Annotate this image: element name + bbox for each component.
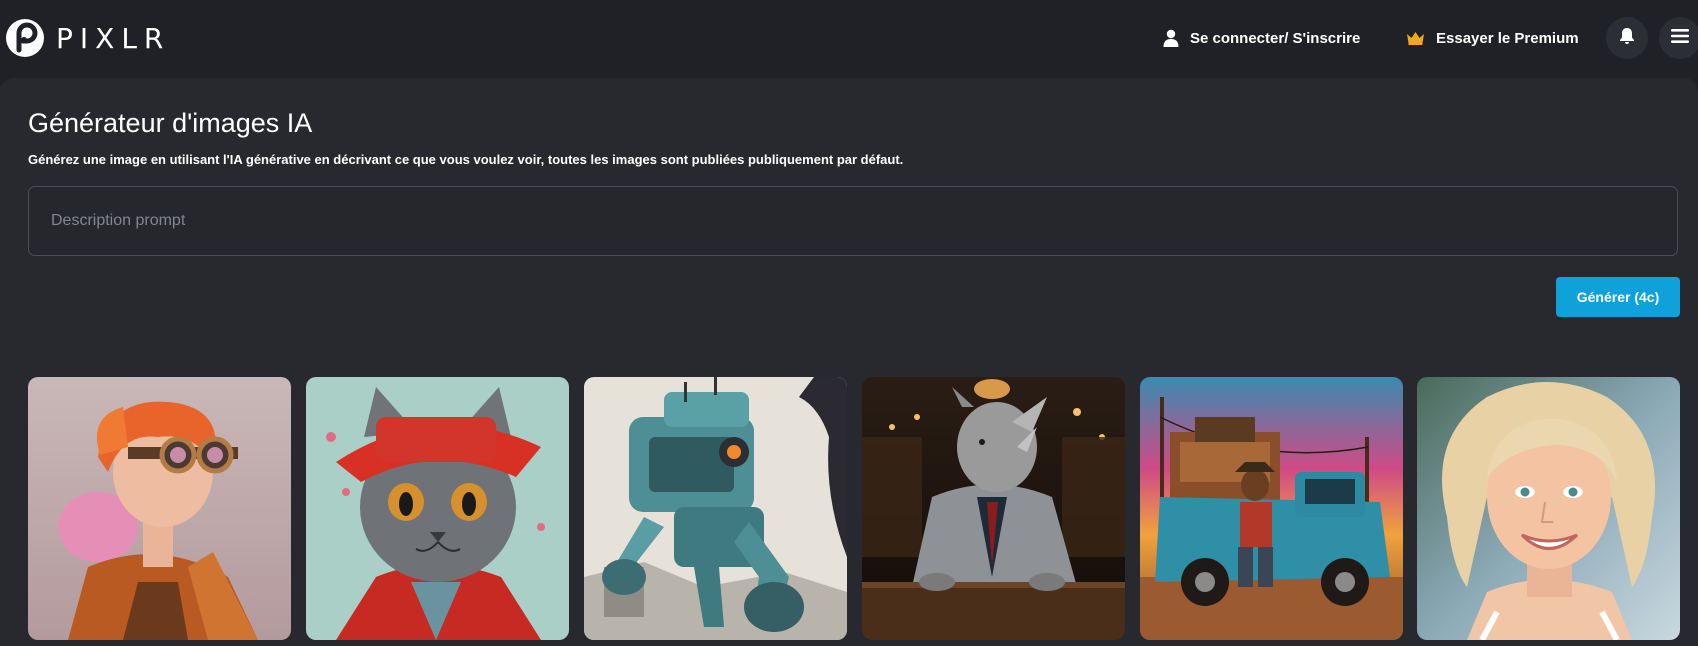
menu-button[interactable] <box>1659 17 1698 59</box>
top-bar: PIXLR Se connecter/ S'inscrire Essayer l… <box>0 0 1698 78</box>
login-signup-label: Se connecter/ S'inscrire <box>1190 29 1361 47</box>
page-title: Générateur d'images IA <box>28 108 313 138</box>
login-signup-link[interactable]: Se connecter/ S'inscrire <box>1163 24 1360 52</box>
pixlr-logo-icon <box>6 19 44 57</box>
notifications-button[interactable] <box>1606 17 1648 59</box>
crown-icon <box>1406 31 1425 45</box>
pixlr-logo[interactable]: PIXLR <box>6 18 170 58</box>
hamburger-icon <box>1671 28 1689 49</box>
page-description: Générez une image en utilisant l'IA géné… <box>28 152 904 167</box>
gallery-image[interactable] <box>28 377 291 640</box>
bell-icon <box>1619 27 1635 50</box>
logo-wordmark: PIXLR <box>56 21 171 55</box>
gallery-image[interactable] <box>306 377 569 640</box>
gallery-image[interactable] <box>584 377 847 640</box>
gallery-image[interactable] <box>862 377 1125 640</box>
gallery-image[interactable] <box>1417 377 1680 640</box>
gallery-image[interactable] <box>1140 377 1403 640</box>
generator-panel: Générateur d'images IA Générez une image… <box>0 78 1698 646</box>
try-premium-link[interactable]: Essayer le Premium <box>1406 24 1579 52</box>
generate-button[interactable]: Générer (4c) <box>1556 277 1680 317</box>
image-gallery <box>28 377 1680 640</box>
prompt-input[interactable] <box>28 186 1678 256</box>
user-icon <box>1163 29 1179 47</box>
try-premium-label: Essayer le Premium <box>1436 29 1579 47</box>
